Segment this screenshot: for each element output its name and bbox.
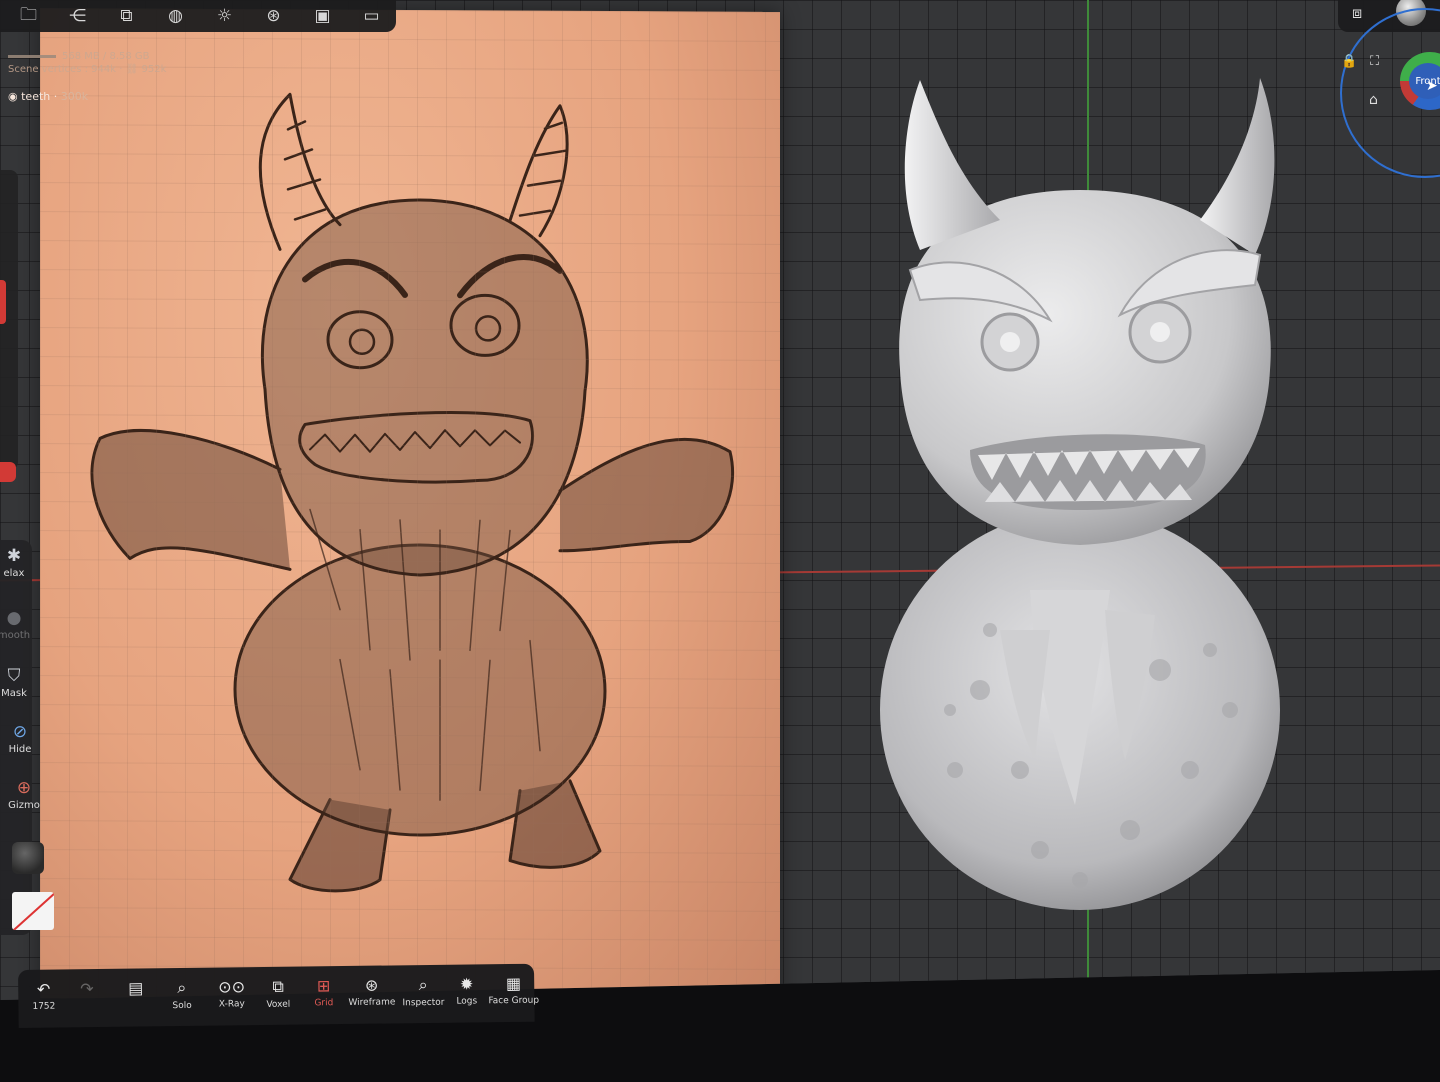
- app-screen: 🗀 ⋲ ⧉ ◍ ☼ ⊛ ▣ ▭ 568 MB / 8.58 GB Scene v…: [0, 0, 1440, 1000]
- object-count: 300k: [60, 90, 89, 103]
- home-icon[interactable]: ⌂: [1369, 92, 1378, 108]
- vertices-extra: 952k: [141, 64, 167, 75]
- layers-button[interactable]: ▤: [128, 978, 143, 1000]
- sculpted-monster-model[interactable]: [860, 70, 1300, 930]
- inspector-icon: ⌕: [418, 974, 428, 995]
- object-icon: ◉: [8, 90, 18, 103]
- memory-bar: [8, 54, 56, 58]
- scene-stats: 568 MB / 8.58 GB Scene vertices : 944k ·…: [8, 51, 167, 75]
- cursor-icon: ➤: [1426, 78, 1438, 94]
- vertices-label: Scene vertices :: [8, 64, 88, 75]
- tool-hide[interactable]: ⊘ Hide: [0, 722, 42, 755]
- folder-icon[interactable]: 🗀: [4, 2, 53, 30]
- link-icon: ⛓: [125, 64, 139, 75]
- tool-hide-label: Hide: [8, 744, 32, 755]
- redo-button[interactable]: ↷: [80, 979, 94, 1001]
- logs-label: Logs: [456, 996, 478, 1007]
- aperture-icon[interactable]: ⊛: [249, 2, 298, 30]
- tool-mask[interactable]: ⛉ Mask: [0, 666, 36, 699]
- xray-button[interactable]: ⊙⊙ X-Ray: [218, 977, 245, 1009]
- wireframe-button[interactable]: ⊛ Wireframe: [348, 975, 395, 1008]
- bug-icon: ✹: [459, 974, 474, 994]
- voxel-button[interactable]: ⧉ Voxel: [266, 977, 290, 1010]
- wireframe-icon: ⊛: [364, 975, 379, 995]
- frame-icon[interactable]: ⛶: [1370, 54, 1379, 69]
- active-tool-indicator[interactable]: [0, 280, 6, 324]
- monster-sketch: [90, 92, 735, 893]
- voxel-icon: ⧉: [272, 976, 284, 996]
- hide-icon: ⊘: [12, 722, 28, 742]
- search-icon: ⌕: [177, 977, 187, 998]
- memory-usage: 568 MB / 8.58 GB: [62, 51, 150, 62]
- undo-button[interactable]: ↶ 1752: [32, 980, 55, 1012]
- vertices-value: 944k: [91, 64, 117, 75]
- tool-smooth-label: mooth: [0, 630, 31, 641]
- image-icon[interactable]: ▣: [298, 2, 347, 30]
- redo-icon: ↷: [80, 979, 94, 999]
- relax-icon: ✱: [6, 546, 22, 566]
- object-name: teeth: [21, 90, 51, 103]
- mask-icon: ⛉: [7, 666, 21, 686]
- lock-icon[interactable]: 🔒: [1341, 54, 1357, 69]
- logs-button[interactable]: ✹ Logs: [456, 974, 477, 1006]
- voxel-label: Voxel: [266, 999, 291, 1010]
- tool-mask-label: Mask: [1, 688, 27, 699]
- reference-image-plane[interactable]: [40, 8, 780, 1000]
- face-group-button[interactable]: ▦ Face Group: [488, 973, 540, 1007]
- tool-smooth[interactable]: ● mooth: [0, 608, 36, 641]
- active-tool-indicator-secondary[interactable]: [0, 462, 16, 482]
- grid-button[interactable]: ⊞ Grid: [314, 976, 333, 1008]
- xray-label: X-Ray: [218, 999, 245, 1010]
- glasses-icon: ⊙⊙: [218, 977, 246, 997]
- undo-icon: ↶: [36, 979, 51, 999]
- tool-relax-label: elax: [3, 568, 25, 579]
- solo-label: Solo: [172, 1000, 192, 1012]
- tool-gizmo-label: Gizmo: [8, 800, 40, 811]
- share-nodes-icon[interactable]: ⋲: [53, 2, 102, 30]
- selected-object-tag[interactable]: ◉ teeth · 300k: [8, 90, 88, 103]
- tool-gizmo[interactable]: ⊕ Gizmo: [2, 778, 46, 811]
- bottom-toolbar: ↶ 1752 ↷ ▤ ⌕ Solo ⊙⊙ X-Ray ⧉ Voxel ⊞ Gri…: [18, 963, 539, 1028]
- scene-cube-icon[interactable]: ⧈: [1352, 3, 1362, 23]
- tool-relax[interactable]: ✱ elax: [0, 546, 36, 579]
- camera-icon[interactable]: ▭: [347, 2, 396, 30]
- solo-button[interactable]: ⌕ Solo: [172, 977, 192, 1012]
- cubes-icon[interactable]: ⧉: [102, 2, 151, 30]
- grid-icon: ⊞: [316, 976, 331, 996]
- inspector-button[interactable]: ⌕ Inspector: [402, 974, 445, 1009]
- layers-icon: ▤: [128, 978, 144, 998]
- left-toolbar: ✱ elax ● mooth ⛉ Mask ⊘ Hide ⊕ Gizmo: [0, 540, 40, 935]
- smooth-icon: ●: [6, 608, 22, 628]
- material-sphere-icon[interactable]: ◍: [151, 2, 200, 30]
- material-preview[interactable]: [12, 842, 44, 874]
- top-toolbar: 🗀 ⋲ ⧉ ◍ ☼ ⊛ ▣ ▭: [0, 0, 396, 32]
- face-group-label: Face Group: [488, 995, 540, 1007]
- sun-icon[interactable]: ☼: [200, 2, 249, 30]
- face-group-icon: ▦: [505, 973, 522, 994]
- inspector-label: Inspector: [402, 997, 445, 1009]
- sculpt-viewport[interactable]: [0, 0, 1440, 1000]
- color-swatch[interactable]: [12, 892, 54, 930]
- grid-label: Grid: [314, 998, 334, 1009]
- wireframe-label: Wireframe: [348, 997, 396, 1008]
- gizmo-icon: ⊕: [16, 778, 32, 798]
- undo-count: 1752: [32, 1001, 56, 1012]
